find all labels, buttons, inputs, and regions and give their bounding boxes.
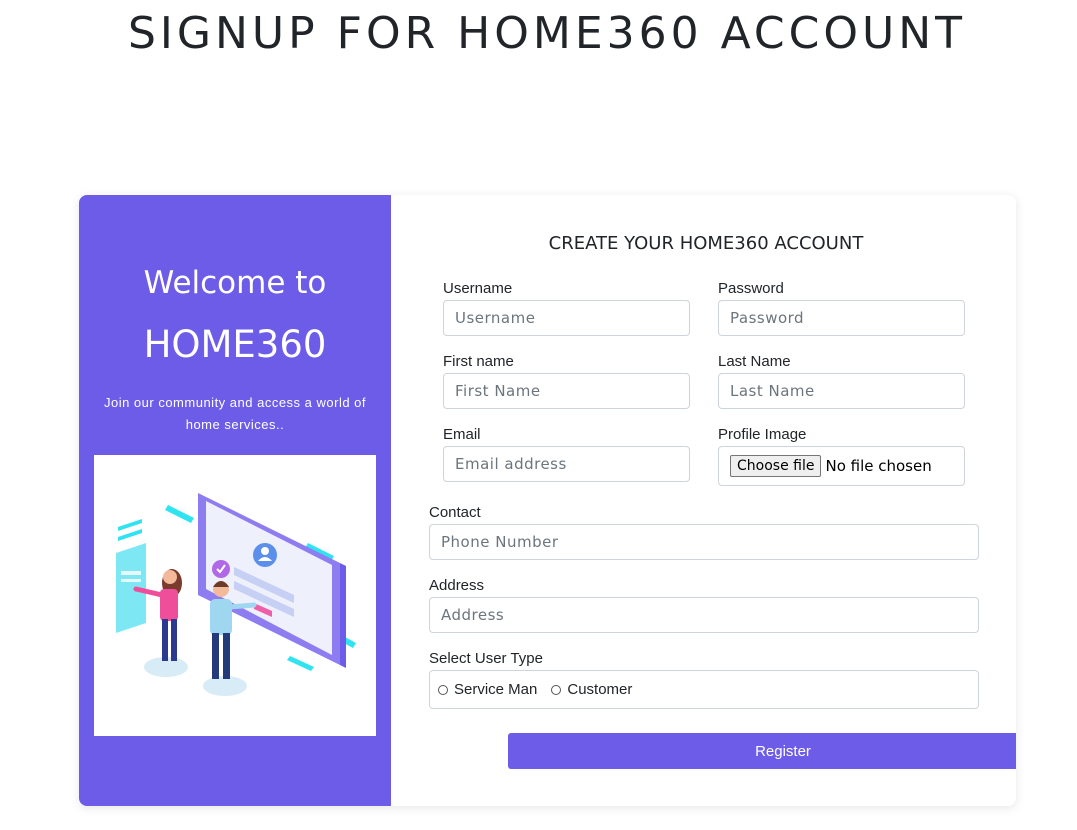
username-input[interactable] <box>443 300 690 336</box>
signup-form: CREATE YOUR HOME360 ACCOUNT Username Pas… <box>391 195 1016 806</box>
page-title: SIGNUP FOR HOME360 ACCOUNT <box>128 8 966 59</box>
email-label: Email <box>443 426 481 443</box>
address-group: Address <box>429 577 979 633</box>
file-status: No file chosen <box>825 457 932 475</box>
brand-name: HOME360 <box>143 323 327 366</box>
username-label: Username <box>443 280 513 297</box>
radio-service-man-label: Service Man <box>454 681 538 698</box>
radio-customer-label: Customer <box>567 681 633 698</box>
contact-group: Contact <box>429 504 979 560</box>
first-name-label: First name <box>443 353 514 370</box>
radio-button-icon[interactable] <box>551 684 562 695</box>
register-button[interactable]: Register <box>508 733 1016 769</box>
onboarding-illustration <box>94 455 376 736</box>
first-name-input[interactable] <box>443 373 690 409</box>
form-title: CREATE YOUR HOME360 ACCOUNT <box>548 233 864 254</box>
profile-image-group: Profile Image Choose file No file chosen <box>718 426 965 486</box>
username-group: Username <box>443 280 690 336</box>
email-input[interactable] <box>443 446 690 482</box>
profile-image-label: Profile Image <box>718 426 807 443</box>
last-name-label: Last Name <box>718 353 791 370</box>
profile-image-input: Choose file No file chosen <box>718 446 965 486</box>
user-type-group: Select User Type Service Man Customer <box>429 650 979 709</box>
first-name-group: First name <box>443 353 690 409</box>
password-input[interactable] <box>718 300 965 336</box>
user-type-options: Service Man Customer <box>429 670 979 709</box>
choose-file-button[interactable]: Choose file <box>730 455 822 477</box>
signup-card: Welcome to HOME360 Join our community an… <box>79 195 1016 806</box>
welcome-panel: Welcome to HOME360 Join our community an… <box>79 195 391 806</box>
tagline: Join our community and access a world of… <box>103 395 367 432</box>
password-label: Password <box>718 280 784 297</box>
address-label: Address <box>429 577 485 594</box>
address-input[interactable] <box>429 597 979 633</box>
password-group: Password <box>718 280 965 336</box>
last-name-input[interactable] <box>718 373 965 409</box>
contact-input[interactable] <box>429 524 979 560</box>
email-group: Email <box>443 426 690 482</box>
radio-button-icon[interactable] <box>438 684 448 695</box>
welcome-text: Welcome to <box>143 265 327 301</box>
radio-service-man[interactable]: Service Man <box>438 681 537 698</box>
contact-label: Contact <box>429 504 481 521</box>
last-name-group: Last Name <box>718 353 965 409</box>
user-type-label: Select User Type <box>429 650 543 667</box>
radio-customer[interactable]: Customer <box>551 681 632 698</box>
